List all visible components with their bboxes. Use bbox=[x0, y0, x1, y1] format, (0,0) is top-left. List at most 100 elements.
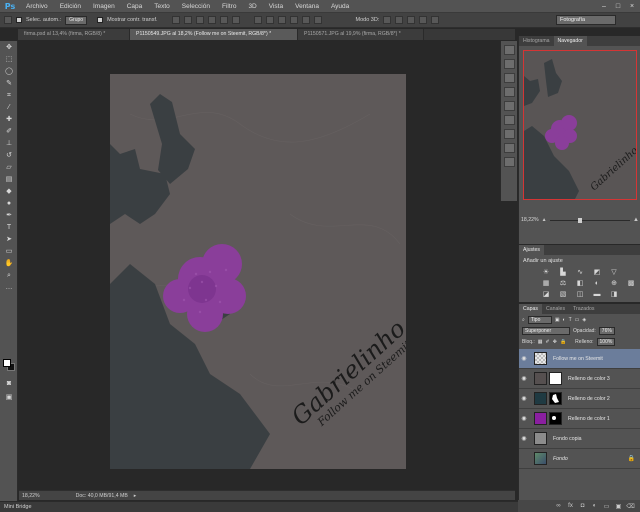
layer-row[interactable]: ◉ Fondo copia bbox=[519, 429, 640, 449]
eraser-tool-icon[interactable]: ▱ bbox=[2, 162, 16, 173]
curves-icon[interactable]: ∿ bbox=[575, 268, 585, 276]
layer-row[interactable]: ◉ Follow me on Steemit bbox=[519, 349, 640, 369]
filter-smart-icon[interactable]: ◈ bbox=[582, 317, 586, 323]
lock-image-icon[interactable]: ✐ bbox=[546, 339, 550, 345]
visibility-eye-icon[interactable]: ◉ bbox=[519, 375, 529, 382]
levels-icon[interactable]: ▙ bbox=[558, 268, 568, 276]
tab-canales[interactable]: Canales bbox=[542, 304, 569, 314]
new-adjustment-icon[interactable]: ◐ bbox=[591, 503, 598, 510]
zoom-level[interactable]: 18,22% bbox=[22, 493, 40, 499]
lasso-tool-icon[interactable]: ◯ bbox=[2, 66, 16, 77]
filter-type-icon[interactable]: T bbox=[569, 317, 572, 323]
brush-tool-icon[interactable]: ✐ bbox=[2, 126, 16, 137]
maximize-icon[interactable]: □ bbox=[614, 2, 622, 10]
add-mask-icon[interactable]: ◘ bbox=[579, 503, 586, 510]
layer-filter-dropdown[interactable]: Tipo bbox=[527, 315, 552, 324]
align-center-icon[interactable] bbox=[219, 16, 228, 24]
opacity-input[interactable]: 76% bbox=[598, 326, 615, 335]
move-tool-icon[interactable]: ✥ bbox=[2, 42, 16, 53]
menu-3d[interactable]: 3D bbox=[242, 0, 262, 13]
document-canvas[interactable]: Gabrielinho Follow me on Steemit bbox=[110, 74, 406, 469]
canvas-area[interactable]: Gabrielinho Follow me on Steemit bbox=[19, 41, 515, 489]
delete-layer-icon[interactable]: ⌫ bbox=[626, 503, 634, 510]
distribute-top-icon[interactable] bbox=[253, 16, 262, 24]
blur-tool-icon[interactable]: ◆ bbox=[2, 186, 16, 197]
threshold-icon[interactable]: ◫ bbox=[575, 290, 585, 298]
align-left-icon[interactable] bbox=[207, 16, 216, 24]
actions-icon[interactable] bbox=[504, 59, 515, 69]
menu-ventana[interactable]: Ventana bbox=[289, 0, 325, 13]
auto-select-checkbox[interactable] bbox=[16, 17, 22, 23]
lock-transparent-icon[interactable]: ▦ bbox=[538, 339, 543, 345]
layer-row[interactable]: ◉ Relleno de color 1 bbox=[519, 409, 640, 429]
quick-select-tool-icon[interactable]: ✎ bbox=[2, 78, 16, 89]
path-select-tool-icon[interactable]: ➤ bbox=[2, 234, 16, 245]
tab-ajustes[interactable]: Ajustes bbox=[519, 245, 545, 255]
distribute-center-icon[interactable] bbox=[301, 16, 310, 24]
menu-filtro[interactable]: Filtro bbox=[216, 0, 242, 13]
zoom-slider-handle[interactable] bbox=[577, 217, 582, 223]
brush-preset-icon[interactable] bbox=[504, 101, 515, 111]
roll-3d-icon[interactable] bbox=[395, 16, 404, 24]
invert-icon[interactable]: ◪ bbox=[541, 290, 551, 298]
navigator-zoom-slider[interactable] bbox=[549, 217, 631, 223]
channel-mixer-icon[interactable]: ⊕ bbox=[609, 279, 619, 287]
paragraph-icon[interactable] bbox=[504, 143, 515, 153]
close-icon[interactable]: × bbox=[628, 2, 636, 10]
more-tools-icon[interactable]: … bbox=[2, 282, 16, 293]
menu-capa[interactable]: Capa bbox=[121, 0, 149, 13]
filter-shape-icon[interactable]: ▭ bbox=[575, 317, 580, 323]
menu-imagen[interactable]: Imagen bbox=[87, 0, 121, 13]
tab-trazados[interactable]: Trazados bbox=[569, 304, 598, 314]
hand-tool-icon[interactable]: ✋ bbox=[2, 258, 16, 269]
menu-texto[interactable]: Texto bbox=[148, 0, 176, 13]
layer-row[interactable]: ◉ Fondo 🔒 bbox=[519, 449, 640, 469]
hue-saturation-icon[interactable]: ▦ bbox=[541, 279, 551, 287]
screen-mode-icon[interactable]: ▣ bbox=[2, 392, 16, 403]
distribute-middle-icon[interactable] bbox=[265, 16, 274, 24]
tab-capas[interactable]: Capas bbox=[519, 304, 542, 314]
info-icon[interactable] bbox=[504, 73, 515, 83]
auto-select-dropdown[interactable]: Grupo bbox=[65, 15, 88, 25]
drag-3d-icon[interactable] bbox=[407, 16, 416, 24]
align-top-icon[interactable] bbox=[171, 16, 180, 24]
zoom-in-icon[interactable]: ▲ bbox=[633, 217, 639, 223]
visibility-eye-icon[interactable]: ◉ bbox=[519, 395, 529, 402]
dodge-tool-icon[interactable]: ● bbox=[2, 198, 16, 209]
clone-source-icon[interactable] bbox=[504, 115, 515, 125]
tab-p1150549[interactable]: P1150549.JPG al 18,2% (Follow me on Stee… bbox=[130, 29, 298, 40]
slide-3d-icon[interactable] bbox=[419, 16, 428, 24]
move-tool-icon[interactable] bbox=[4, 16, 12, 24]
marquee-tool-icon[interactable]: ⬚ bbox=[2, 54, 16, 65]
character-icon[interactable] bbox=[504, 129, 515, 139]
lock-all-icon[interactable]: 🔒 bbox=[560, 339, 566, 345]
layer-row[interactable]: ◉ Relleno de color 3 bbox=[519, 369, 640, 389]
new-group-icon[interactable]: ▭ bbox=[603, 503, 610, 510]
photo-filter-icon[interactable]: ◐ bbox=[592, 279, 602, 287]
distribute-left-icon[interactable] bbox=[289, 16, 298, 24]
fill-input[interactable]: 100% bbox=[596, 337, 616, 346]
align-right-icon[interactable] bbox=[231, 16, 240, 24]
blend-mode-dropdown[interactable]: Superponer bbox=[522, 326, 570, 335]
tab-histograma[interactable]: Histograma bbox=[519, 36, 554, 46]
gradient-tool-icon[interactable]: ▤ bbox=[2, 174, 16, 185]
layer-style-icon[interactable]: fx bbox=[567, 503, 574, 510]
rotate-3d-icon[interactable] bbox=[383, 16, 392, 24]
menu-vista[interactable]: Vista bbox=[263, 0, 289, 13]
tab-p1150571[interactable]: P1150571.JPG al 19,9% (firma, RGB/8*) * bbox=[298, 29, 424, 40]
type-tool-icon[interactable]: T bbox=[2, 222, 16, 233]
gradient-map-icon[interactable]: ▬ bbox=[592, 290, 602, 298]
lock-position-icon[interactable]: ✥ bbox=[553, 339, 557, 345]
selective-color-icon[interactable]: ◨ bbox=[609, 290, 619, 298]
styles-icon[interactable] bbox=[504, 157, 515, 167]
navigator-preview[interactable]: Gabrielinho bbox=[523, 50, 637, 200]
posterize-icon[interactable]: ▧ bbox=[558, 290, 568, 298]
visibility-eye-icon[interactable]: ◉ bbox=[519, 415, 529, 422]
history-brush-tool-icon[interactable]: ↺ bbox=[2, 150, 16, 161]
status-arrow-icon[interactable]: ▸ bbox=[134, 493, 137, 499]
color-lookup-icon[interactable]: ▩ bbox=[626, 279, 636, 287]
new-layer-icon[interactable]: ▣ bbox=[615, 503, 622, 510]
healing-brush-tool-icon[interactable]: ✚ bbox=[2, 114, 16, 125]
layer-row[interactable]: ◉ Relleno de color 2 bbox=[519, 389, 640, 409]
shape-tool-icon[interactable]: ▭ bbox=[2, 246, 16, 257]
